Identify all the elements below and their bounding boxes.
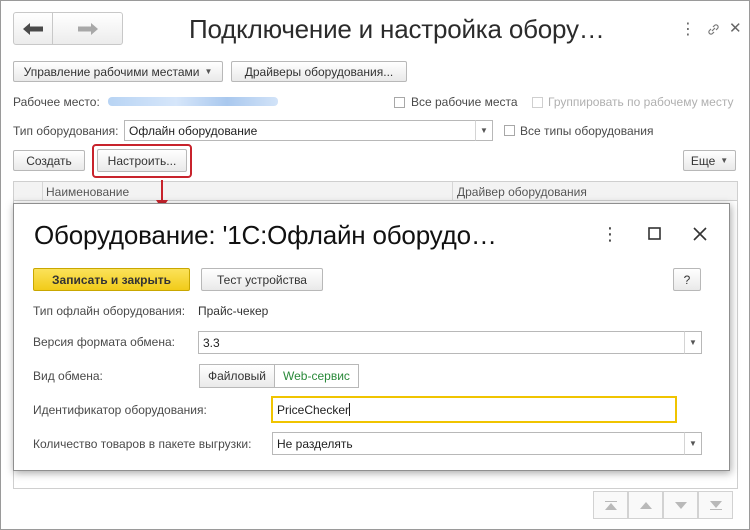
batch-count-label: Количество товаров в пакете выгрузки:	[33, 437, 252, 451]
equipment-type-dropdown[interactable]: ▼	[475, 120, 493, 141]
group-by-workplace-checkbox[interactable]	[532, 97, 543, 108]
table-header: Наименование Драйвер оборудования	[13, 181, 738, 201]
more-actions-icon[interactable]: ⋮	[601, 224, 619, 245]
link-icon[interactable]	[707, 23, 720, 38]
column-separator	[42, 182, 43, 200]
chevron-down-icon: ▼	[204, 67, 213, 76]
exchange-type-toggle: Файловый Web-сервис	[199, 364, 359, 388]
create-button-label: Создать	[26, 153, 72, 168]
column-separator	[452, 182, 453, 200]
batch-count-dropdown[interactable]: ▼	[684, 432, 702, 455]
callout-arrow	[161, 180, 163, 202]
workplace-label: Рабочее место:	[13, 95, 100, 109]
more-button[interactable]: Еще ▼	[683, 150, 736, 171]
configure-highlight-frame	[92, 144, 192, 178]
workplace-value[interactable]	[108, 97, 278, 106]
arrow-down-icon	[674, 501, 687, 509]
help-icon: ?	[683, 272, 691, 287]
close-icon[interactable]	[692, 226, 708, 245]
all-workplaces-label: Все рабочие места	[411, 95, 518, 109]
all-types-checkbox[interactable]	[504, 125, 515, 136]
more-actions-icon[interactable]: ⋮	[680, 22, 696, 38]
workplaces-button[interactable]: Управление рабочими местами ▼	[13, 61, 223, 82]
chevron-down-icon: ▼	[720, 156, 729, 165]
main-window: Подключение и настройка обору… ⋮ ✕ Управ…	[0, 0, 750, 530]
test-device-label: Тест устройства	[217, 272, 307, 287]
drivers-button[interactable]: Драйверы оборудования...	[231, 61, 407, 82]
scroll-up-button[interactable]	[628, 491, 663, 519]
device-id-label: Идентификатор оборудования:	[33, 403, 207, 417]
help-button[interactable]: ?	[673, 268, 701, 291]
scroll-down-button[interactable]	[663, 491, 698, 519]
offline-type-label: Тип офлайн оборудования:	[33, 304, 186, 318]
window-title: Подключение и настройка обору…	[189, 14, 605, 44]
device-id-input[interactable]: PriceChecker	[271, 396, 677, 423]
format-version-field[interactable]: 3.3	[198, 331, 685, 354]
forward-button[interactable]	[52, 12, 123, 45]
chevron-down-icon: ▼	[480, 126, 488, 135]
all-workplaces-checkbox[interactable]	[394, 97, 405, 108]
text-cursor	[349, 403, 351, 416]
double-arrow-up-icon	[604, 500, 617, 510]
close-icon[interactable]: ✕	[729, 21, 742, 36]
drivers-button-label: Драйверы оборудования...	[244, 64, 394, 79]
test-device-button[interactable]: Тест устройства	[201, 268, 323, 291]
scroll-first-button[interactable]	[593, 491, 628, 519]
double-arrow-down-icon	[709, 500, 722, 510]
maximize-icon[interactable]	[648, 227, 661, 243]
arrow-right-icon	[77, 22, 98, 35]
format-version-dropdown[interactable]: ▼	[684, 331, 702, 354]
batch-count-field[interactable]: Не разделять	[272, 432, 685, 455]
dialog-title: Оборудование: '1С:Офлайн оборудо…	[34, 220, 497, 250]
chevron-down-icon: ▼	[689, 338, 697, 347]
group-by-workplace-label: Группировать по рабочему месту	[548, 95, 734, 109]
workplaces-button-label: Управление рабочими местами	[23, 64, 200, 79]
equipment-type-field[interactable]: Офлайн оборудование	[124, 120, 476, 141]
all-types-label: Все типы оборудования	[520, 124, 654, 138]
exchange-option-web-service[interactable]: Web-сервис	[275, 365, 358, 387]
create-button[interactable]: Создать	[13, 150, 85, 171]
device-id-value: PriceChecker	[277, 403, 350, 417]
more-button-label: Еще	[690, 153, 716, 168]
arrow-up-icon	[639, 501, 652, 509]
format-version-label: Версия формата обмена:	[33, 335, 175, 349]
save-and-close-label: Записать и закрыть	[52, 272, 171, 287]
column-name-header[interactable]: Наименование	[46, 185, 129, 199]
exchange-type-label: Вид обмена:	[33, 369, 103, 383]
scroll-last-button[interactable]	[698, 491, 733, 519]
save-and-close-button[interactable]: Записать и закрыть	[33, 268, 190, 291]
back-button[interactable]	[13, 12, 53, 45]
equipment-type-label: Тип оборудования:	[13, 124, 119, 138]
equipment-dialog: Оборудование: '1С:Офлайн оборудо… ⋮ Запи…	[13, 203, 730, 471]
chevron-down-icon: ▼	[689, 439, 697, 448]
arrow-left-icon	[23, 22, 43, 35]
exchange-option-file[interactable]: Файловый	[200, 365, 276, 387]
column-driver-header[interactable]: Драйвер оборудования	[457, 185, 587, 199]
offline-type-value: Прайс-чекер	[198, 304, 269, 318]
